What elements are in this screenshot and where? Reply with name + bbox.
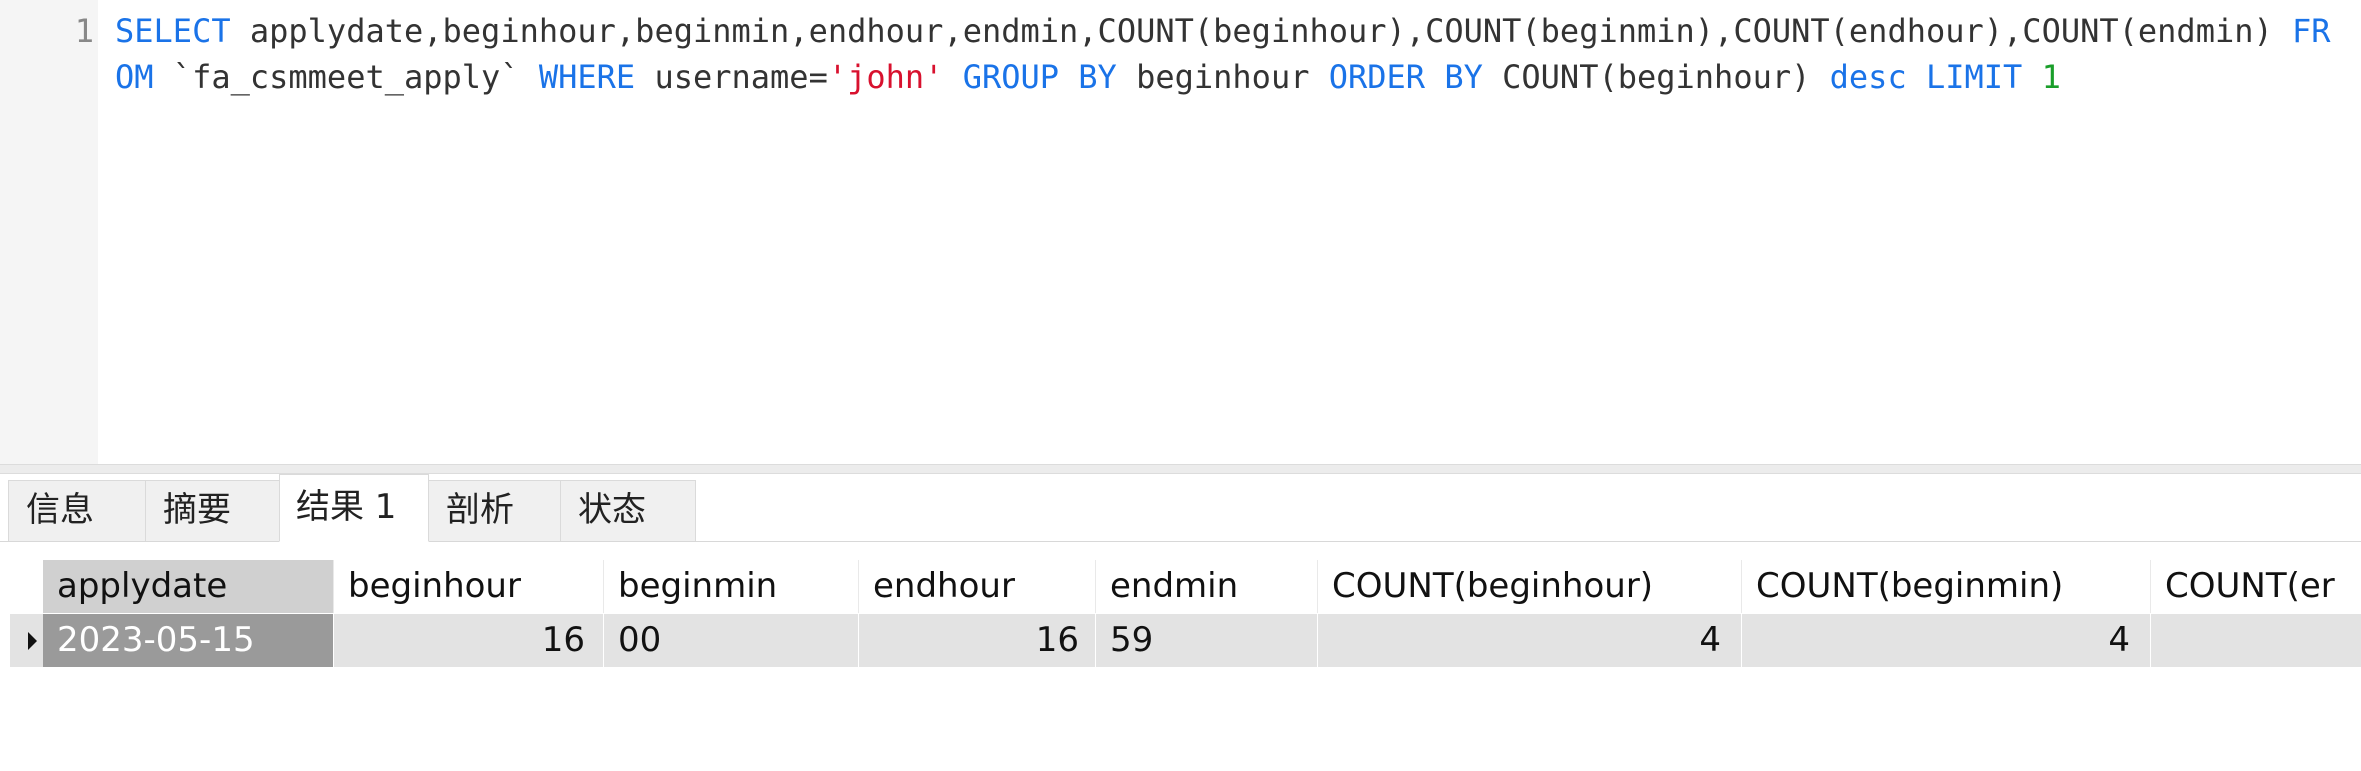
- sql-token-plain: [1907, 58, 1926, 96]
- line-number: 1: [74, 12, 94, 50]
- sql-token-plain: [943, 58, 962, 96]
- sql-token-kw: LIMIT: [1925, 58, 2023, 96]
- sql-token-plain: [2022, 58, 2041, 96]
- column-header-count-endhour[interactable]: COUNT(er: [2151, 560, 2361, 613]
- row-indicator: [10, 614, 43, 667]
- sql-token-plain: applydate,beginhour,beginmin,endhour,end…: [230, 12, 2023, 50]
- sql-editor[interactable]: 1 SELECT applydate,beginhour,beginmin,en…: [0, 0, 2361, 464]
- sql-token-kw: GROUP BY: [962, 58, 1117, 96]
- sql-code[interactable]: SELECT applydate,beginhour,beginmin,endh…: [115, 8, 2345, 100]
- cell-count-beginmin[interactable]: 4: [1742, 614, 2151, 667]
- tab-label: 剖析: [446, 490, 514, 530]
- sql-token-plain: beginhour): [1617, 58, 1830, 96]
- sql-token-plain: COUNT(endmin): [2022, 12, 2293, 50]
- sql-token-num: 1: [2041, 58, 2061, 96]
- cell-applydate[interactable]: 2023-05-15: [43, 614, 334, 667]
- cell-endmin[interactable]: 59: [1096, 614, 1318, 667]
- tab-label: 摘要: [163, 490, 231, 530]
- tab-info[interactable]: 信息: [8, 480, 146, 541]
- current-row-arrow-icon: [28, 632, 37, 650]
- sql-token-plain: username=: [635, 58, 828, 96]
- cell-beginhour[interactable]: 16: [334, 614, 604, 667]
- sql-token-plain: COUNT(: [1482, 58, 1618, 96]
- result-pane: 信息 摘要 结果 1 剖析 状态 applydate beginhour beg…: [0, 474, 2361, 771]
- column-header-beginhour[interactable]: beginhour: [334, 560, 604, 613]
- cell-count-beginhour[interactable]: 4: [1318, 614, 1742, 667]
- column-header-beginmin[interactable]: beginmin: [604, 560, 859, 613]
- sql-token-kw: ORDER BY: [1328, 58, 1483, 96]
- tab-summary[interactable]: 摘要: [145, 480, 280, 541]
- cell-endhour[interactable]: 16: [859, 614, 1096, 667]
- column-header-count-beginmin[interactable]: COUNT(beginmin): [1742, 560, 2151, 613]
- column-header-count-beginhour[interactable]: COUNT(beginhour): [1318, 560, 1742, 613]
- tab-label: 状态: [578, 490, 646, 530]
- sql-token-str: 'john': [827, 58, 944, 96]
- line-number-gutter: 1: [0, 0, 98, 464]
- grid-header-row: applydate beginhour beginmin endhour end…: [10, 560, 2361, 613]
- sql-token-plain: `fa_csmmeet_apply`: [153, 58, 539, 96]
- sql-token-plain: beginhour: [1116, 58, 1329, 96]
- header-corner: [10, 560, 43, 613]
- tab-result-1[interactable]: 结果 1: [279, 474, 429, 542]
- pane-splitter[interactable]: [0, 464, 2361, 474]
- table-row[interactable]: 2023-05-15 16 00 16 59 4 4: [10, 614, 2361, 667]
- cell-count-endhour[interactable]: [2151, 614, 2361, 667]
- column-header-applydate[interactable]: applydate: [43, 560, 334, 613]
- tab-label: 信息: [26, 490, 94, 530]
- result-grid[interactable]: applydate beginhour beginmin endhour end…: [10, 560, 2361, 670]
- tab-status[interactable]: 状态: [560, 480, 696, 541]
- tab-label: 结果 1: [296, 487, 397, 527]
- sql-token-kw: desc: [1829, 58, 1907, 96]
- column-header-endmin[interactable]: endmin: [1096, 560, 1318, 613]
- sql-token-kw: SELECT: [115, 12, 231, 50]
- tab-profile[interactable]: 剖析: [428, 480, 561, 541]
- cell-beginmin[interactable]: 00: [604, 614, 859, 667]
- sql-token-kw: WHERE: [538, 58, 636, 96]
- result-tab-bar: 信息 摘要 结果 1 剖析 状态: [0, 474, 2361, 542]
- column-header-endhour[interactable]: endhour: [859, 560, 1096, 613]
